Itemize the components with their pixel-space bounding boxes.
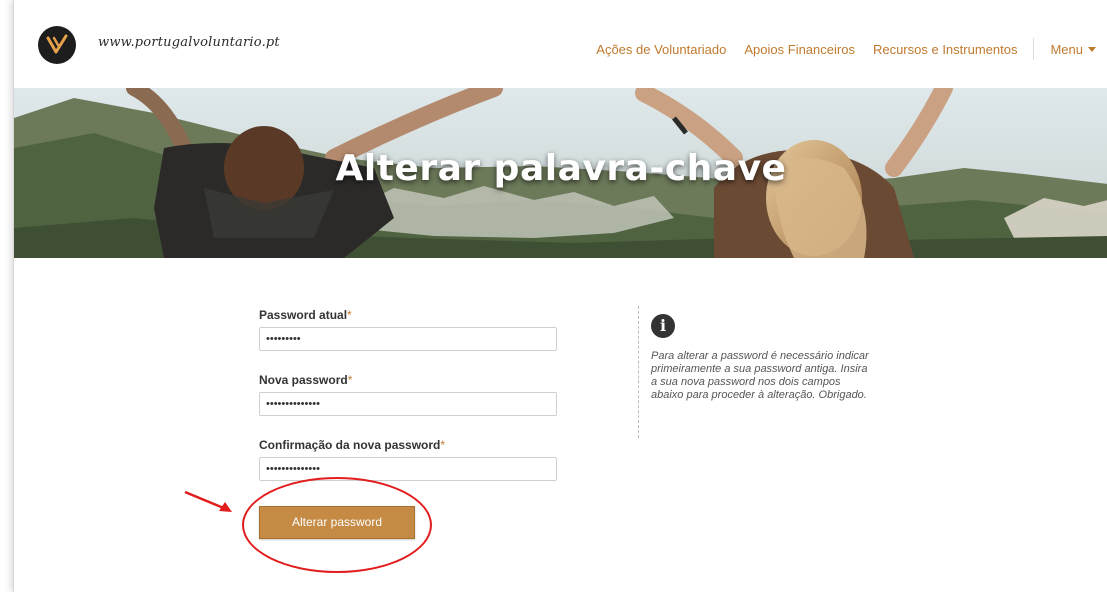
logo-v-icon [46, 34, 68, 54]
current-password-input[interactable] [259, 327, 557, 351]
nav-apoios-financeiros[interactable]: Apoios Financeiros [744, 42, 855, 57]
new-password-input[interactable] [259, 392, 557, 416]
info-text: Para alterar a password é necessário ind… [651, 350, 869, 401]
hero-banner: Alterar palavra-chave [14, 88, 1107, 258]
main-nav: Ações de Voluntariado Apoios Financeiros… [578, 38, 1096, 60]
confirm-password-input[interactable] [259, 457, 557, 481]
menu-label: Menu [1050, 41, 1083, 57]
caret-down-icon [1088, 46, 1096, 52]
confirm-password-field: Confirmação da nova password* [259, 438, 559, 481]
logo[interactable] [38, 26, 76, 64]
new-password-field: Nova password* [259, 373, 559, 416]
browser-page: www.portugalvoluntario.pt Ações de Volun… [13, 0, 1107, 592]
nav-divider [1033, 38, 1035, 60]
info-icon: i [651, 314, 675, 338]
confirm-password-label-text: Confirmação da nova password [259, 438, 441, 452]
site-url[interactable]: www.portugalvoluntario.pt [98, 35, 280, 50]
nav-recursos-instrumentos[interactable]: Recursos e Instrumentos [873, 42, 1018, 57]
required-marker: * [440, 438, 446, 452]
info-divider [638, 306, 639, 438]
current-password-label: Password atual* [259, 308, 559, 322]
current-password-field: Password atual* [259, 308, 559, 351]
new-password-label-text: Nova password [259, 373, 348, 387]
required-marker: * [347, 373, 353, 387]
current-password-label-text: Password atual [259, 308, 348, 322]
required-marker: * [347, 308, 352, 322]
site-header: www.portugalvoluntario.pt Ações de Volun… [14, 0, 1107, 89]
page-title: Alterar palavra-chave [335, 148, 787, 189]
change-password-form: Password atual* Nova password* Confirmaç… [259, 308, 559, 503]
nav-acoes-voluntariado[interactable]: Ações de Voluntariado [596, 42, 726, 57]
menu-dropdown[interactable]: Menu [1050, 42, 1096, 57]
annotation-ellipse [242, 477, 432, 573]
new-password-label: Nova password* [259, 373, 559, 387]
confirm-password-label: Confirmação da nova password* [259, 438, 559, 452]
